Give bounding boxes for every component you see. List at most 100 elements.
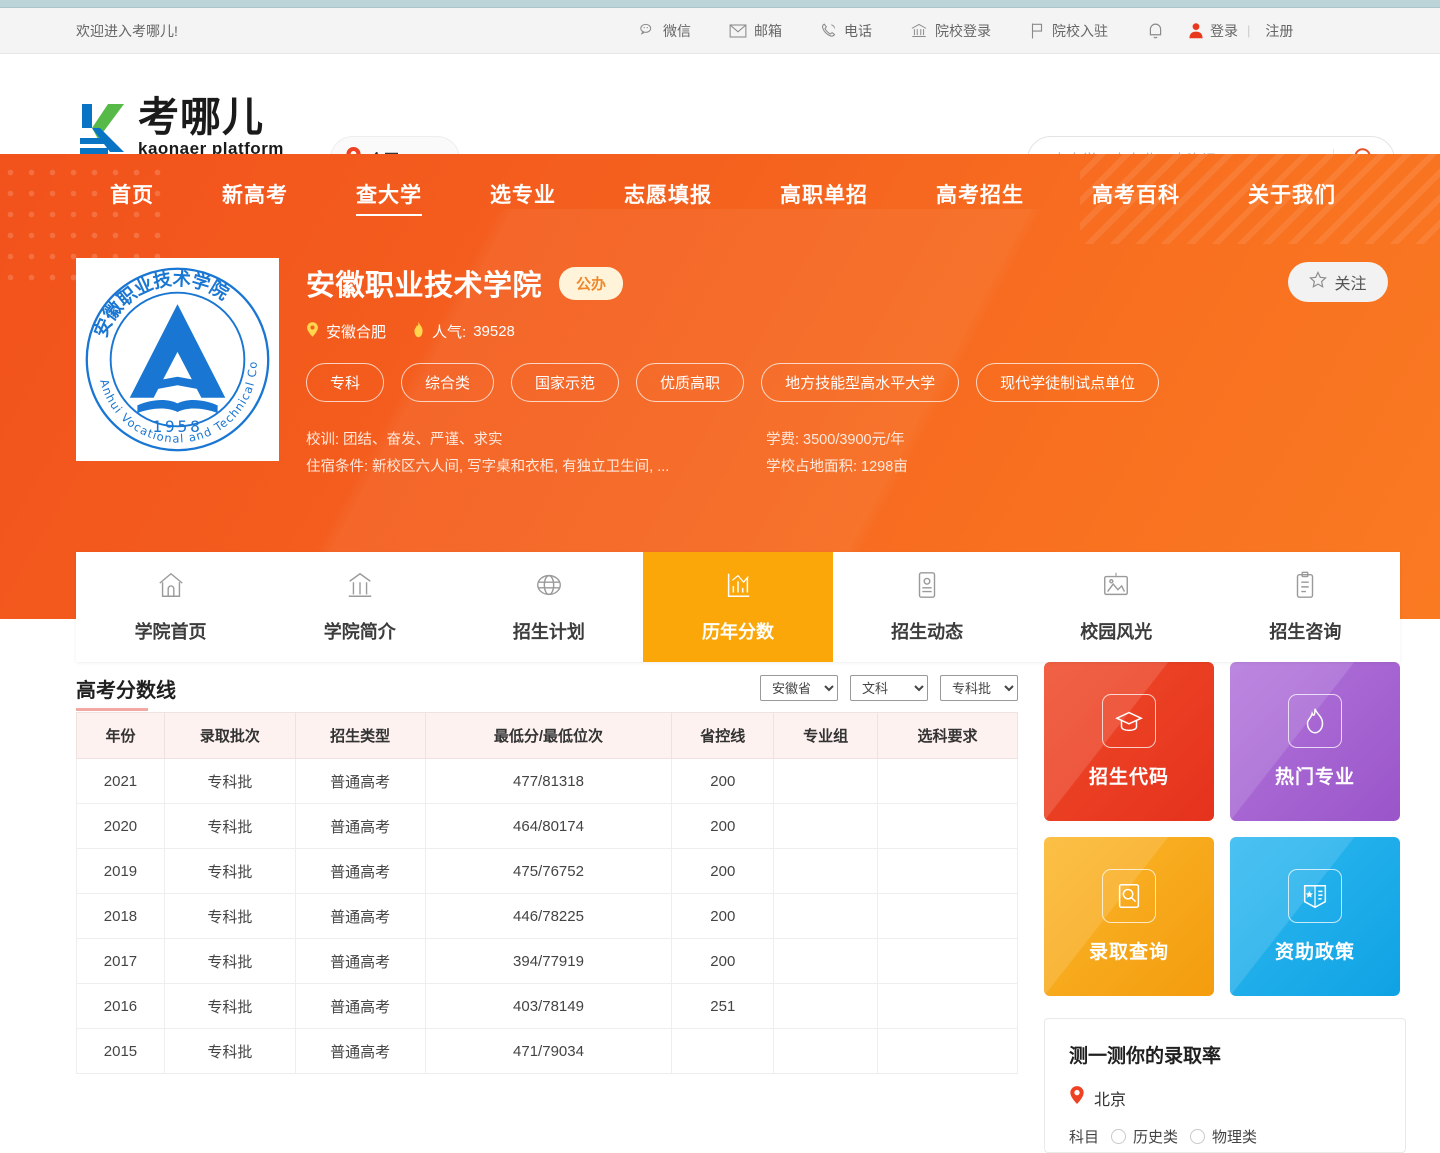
utility-item-school-login[interactable]: 院校登录 xyxy=(891,21,1010,41)
svg-text:安徽职业技术学院: 安徽职业技术学院 xyxy=(90,268,233,341)
nav-item-find-university[interactable]: 查大学 xyxy=(322,179,456,216)
chart-icon xyxy=(723,570,753,605)
col-group: 专业组 xyxy=(773,712,879,759)
main-content: 高考分数线 安徽省 文科 专科批 年份 录取批次 招生类型 最低分/最低位次 省… xyxy=(0,662,1440,1153)
nav-item-about-us[interactable]: 关于我们 xyxy=(1214,179,1370,209)
cell-batch: 专科批 xyxy=(163,938,296,984)
mail-icon xyxy=(729,23,747,39)
clipboard-icon xyxy=(1290,570,1320,605)
photo-icon xyxy=(1101,570,1131,605)
cell-group xyxy=(773,1028,879,1074)
quick-card-popular-majors[interactable]: 热门专业 xyxy=(1230,662,1400,821)
tab-label: 学院简介 xyxy=(323,622,396,642)
welcome-text: 欢迎进入考哪儿! xyxy=(76,22,178,39)
follow-button[interactable]: 关注 xyxy=(1288,262,1388,302)
cell-group xyxy=(773,758,879,804)
tab-enrollment-plan[interactable]: 招生计划 xyxy=(454,552,643,662)
tab-school-home[interactable]: 学院首页 xyxy=(76,552,265,662)
table-row: 2021 专科批 普通高考 477/81318 200 xyxy=(76,758,1018,804)
cell-year: 2019 xyxy=(76,848,165,894)
tab-school-intro[interactable]: 学院简介 xyxy=(265,552,454,662)
admission-rate-location-label: 北京 xyxy=(1094,1091,1127,1109)
login-separator: | xyxy=(1247,23,1251,38)
batch-filter-select[interactable]: 专科批 xyxy=(940,675,1018,701)
utility-item-phone[interactable]: 电话 xyxy=(801,21,891,41)
col-year: 年份 xyxy=(76,712,165,759)
utility-item-mail[interactable]: 邮箱 xyxy=(710,21,801,41)
utility-links: 微信 邮箱 电话 院校登录 院校入驻 登录 | 注册 xyxy=(620,21,1293,41)
location-pin-icon xyxy=(306,321,319,342)
login-link[interactable]: 登录 xyxy=(1204,21,1238,41)
bell-icon[interactable] xyxy=(1127,21,1188,40)
cell-prov-line: 200 xyxy=(671,758,775,804)
province-filter-select[interactable]: 安徽省 xyxy=(760,675,838,701)
nav-item-application[interactable]: 志愿填报 xyxy=(590,179,746,209)
school-location: 安徽合肥 xyxy=(306,321,386,342)
school-tag: 综合类 xyxy=(401,363,495,402)
school-name: 安徽职业技术学院 xyxy=(306,270,543,302)
tab-label: 招生动态 xyxy=(891,622,964,642)
table-row: 2015 专科批 普通高考 471/79034 xyxy=(76,1028,1018,1074)
tab-enrollment-consult[interactable]: 招生咨询 xyxy=(1211,552,1400,662)
col-type: 招生类型 xyxy=(294,712,426,759)
quick-card-admission-query[interactable]: 录取查询 xyxy=(1044,837,1214,996)
subject-option-physics[interactable]: 物理类 xyxy=(1190,1126,1257,1147)
school-tag-list: 专科 综合类 国家示范 优质高职 地方技能型高水平大学 现代学徒制试点单位 xyxy=(306,363,1440,402)
nav-item-vocational[interactable]: 高职单招 xyxy=(746,179,902,209)
school-tag: 专科 xyxy=(306,363,385,402)
school-hero-banner: 首页 新高考 查大学 选专业 志愿填报 高职单招 高考招生 高考百科 关于我们 … xyxy=(0,154,1440,619)
nav-item-choose-major[interactable]: 选专业 xyxy=(456,179,590,209)
site-logo[interactable]: 考哪儿 kaonaer platform xyxy=(76,97,284,159)
cell-req xyxy=(877,848,1018,894)
cell-prov-line: 200 xyxy=(671,848,775,894)
page-title: 高考分数线 xyxy=(76,680,176,702)
radio-icon xyxy=(1190,1129,1206,1144)
cell-score: 464/80174 xyxy=(424,803,673,849)
score-filters: 安徽省 文科 专科批 xyxy=(760,675,1018,701)
title-underline xyxy=(76,708,148,711)
scores-panel: 高考分数线 安徽省 文科 专科批 年份 录取批次 招生类型 最低分/最低位次 省… xyxy=(76,662,1018,1153)
school-summary: 1958 安徽职业技术学院 Anhui Vocational and Techn… xyxy=(0,258,1440,481)
cell-type: 普通高考 xyxy=(294,983,426,1029)
utility-item-school-join[interactable]: 院校入驻 xyxy=(1010,21,1127,41)
cell-type: 普通高考 xyxy=(294,938,426,984)
admission-rate-location[interactable]: 北京 xyxy=(1069,1085,1381,1110)
subject-filter-select[interactable]: 文科 xyxy=(850,675,928,701)
school-tag: 优质高职 xyxy=(636,363,745,402)
cell-year: 2015 xyxy=(76,1028,165,1074)
cell-prov-line xyxy=(671,1028,775,1074)
quick-card-enrollment-code[interactable]: 招生代码 xyxy=(1044,662,1214,821)
tab-campus-scenery[interactable]: 校园风光 xyxy=(1022,552,1211,662)
cell-type: 普通高考 xyxy=(294,848,426,894)
school-area: 学校占地面积: 1298亩 xyxy=(766,459,908,475)
nav-item-enrollment[interactable]: 高考招生 xyxy=(902,179,1058,209)
cell-batch: 专科批 xyxy=(163,1028,296,1074)
school-crest: 1958 安徽职业技术学院 Anhui Vocational and Techn… xyxy=(76,258,279,461)
nav-item-encyclopedia[interactable]: 高考百科 xyxy=(1058,179,1214,209)
scores-table-body: 2021 专科批 普通高考 477/81318 200 2020 专科批 普通高… xyxy=(76,758,1018,1074)
nav-item-new-gaokao[interactable]: 新高考 xyxy=(188,179,322,209)
flame-icon xyxy=(1288,694,1342,748)
cell-batch: 专科批 xyxy=(163,983,296,1029)
home-icon xyxy=(156,570,186,605)
search-doc-icon xyxy=(1102,869,1156,923)
nav-item-home[interactable]: 首页 xyxy=(76,179,188,209)
quick-card-funding-policy[interactable]: 资助政策 xyxy=(1230,837,1400,996)
register-link[interactable]: 注册 xyxy=(1259,21,1293,41)
utility-item-wechat[interactable]: 微信 xyxy=(620,21,710,41)
cell-prov-line: 200 xyxy=(671,803,775,849)
site-header: 考哪儿 kaonaer platform 全国 xyxy=(0,54,1440,184)
cell-type: 普通高考 xyxy=(294,1028,426,1074)
cell-group xyxy=(773,983,879,1029)
school-crest-image: 1958 安徽职业技术学院 Anhui Vocational and Techn… xyxy=(82,264,270,452)
subject-option-history[interactable]: 历史类 xyxy=(1111,1126,1178,1147)
table-row: 2019 专科批 普通高考 475/76752 200 xyxy=(76,848,1018,894)
tab-historical-scores[interactable]: 历年分数 xyxy=(643,552,833,662)
school-motto: 校训: 团结、奋发、严谨、求实 xyxy=(306,432,503,448)
user-icon xyxy=(1188,22,1204,39)
subject-option-label: 物理类 xyxy=(1212,1129,1258,1146)
bank-icon xyxy=(910,22,928,39)
tab-enrollment-news[interactable]: 招生动态 xyxy=(833,552,1022,662)
utility-item-label: 院校登录 xyxy=(935,22,991,39)
col-score: 最低分/最低位次 xyxy=(424,712,673,759)
